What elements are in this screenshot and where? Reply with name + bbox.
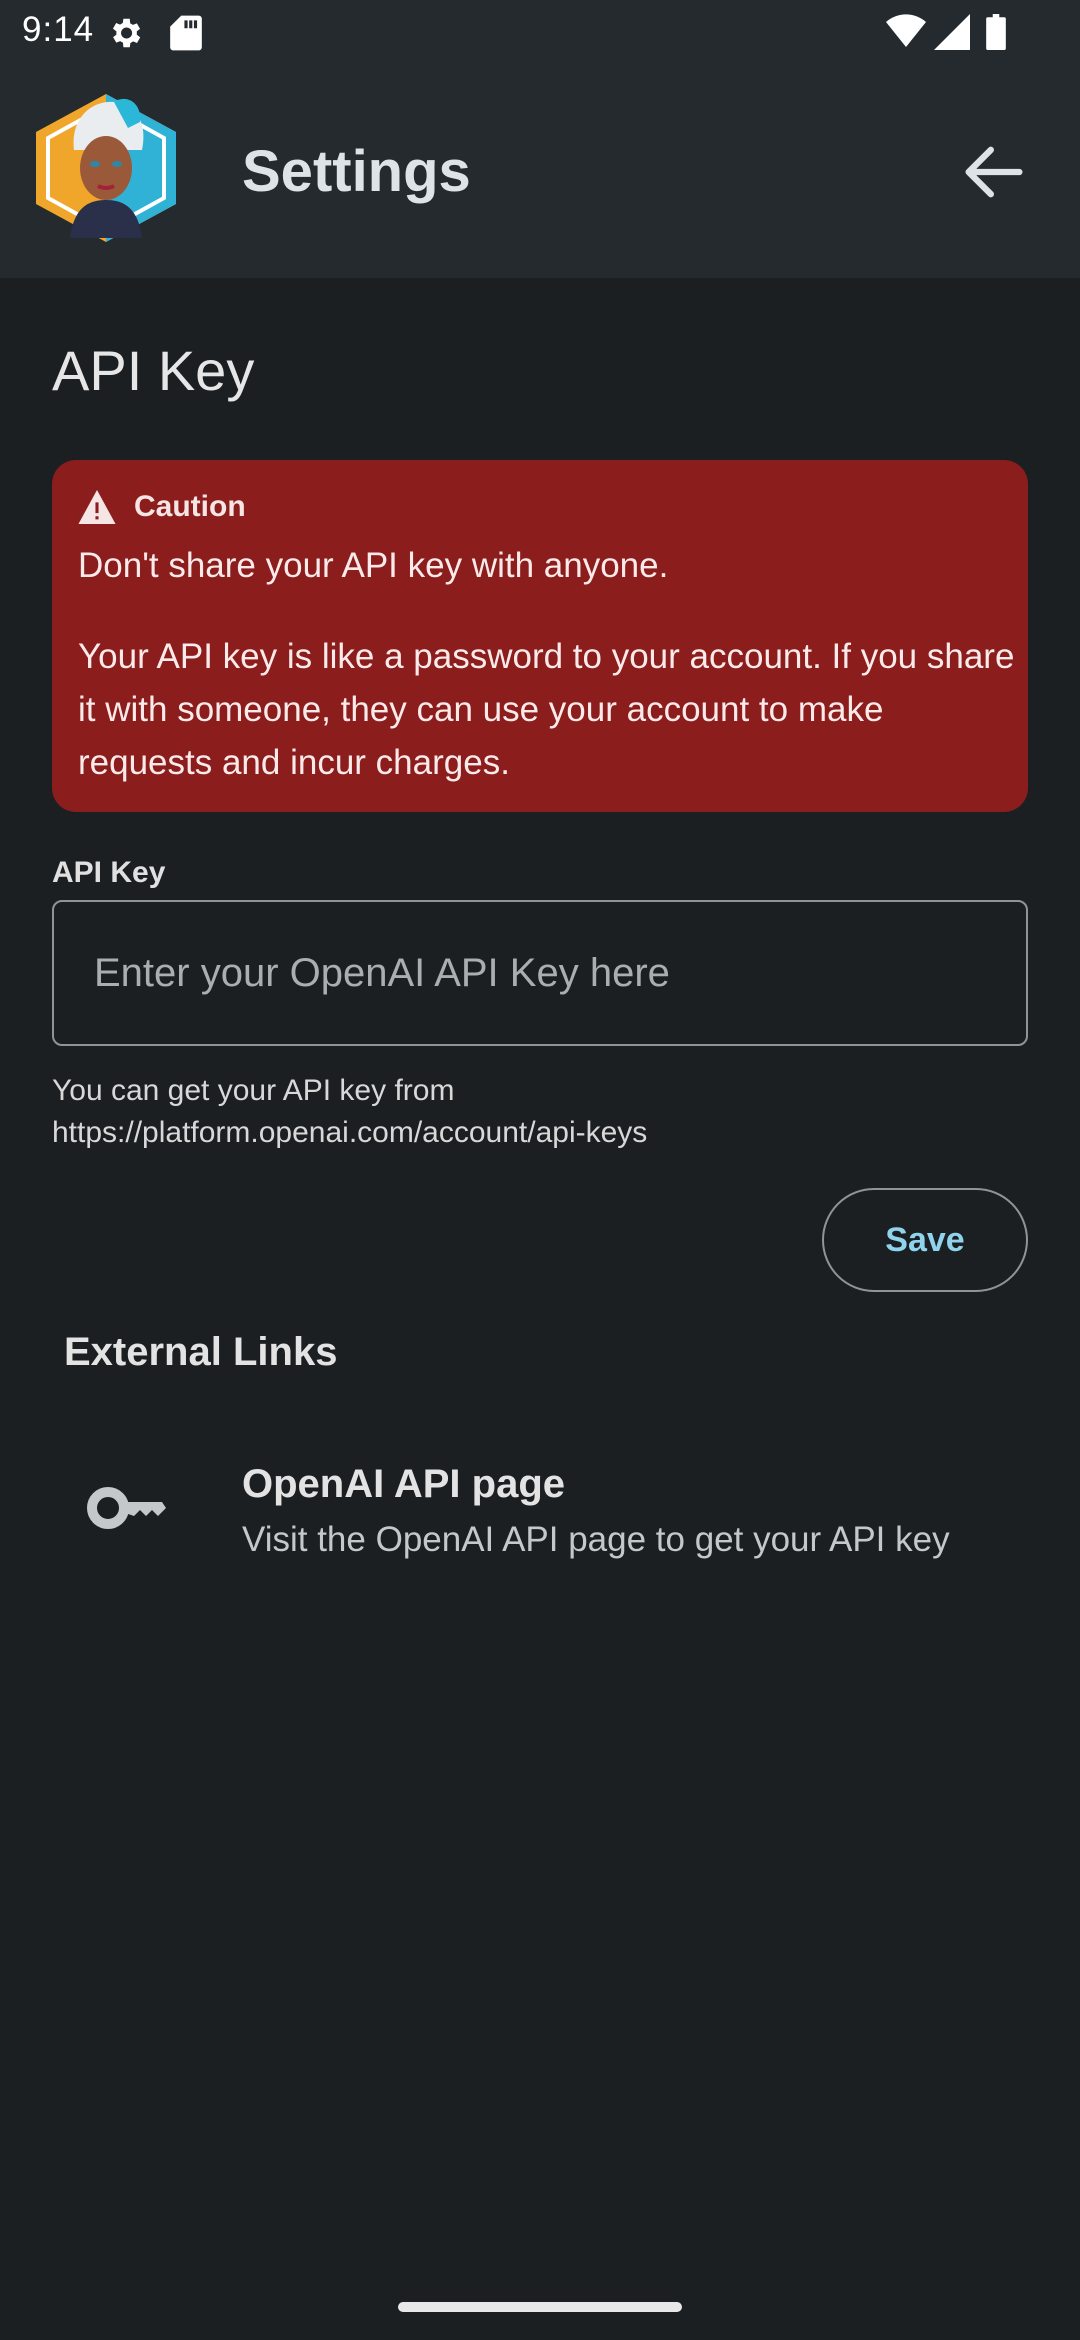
caution-message: Don't share your API key with anyone. — [78, 546, 669, 585]
helper-line: You can get your API key from — [52, 1074, 455, 1107]
gear-icon — [112, 18, 141, 48]
app-avatar — [36, 94, 176, 242]
page-title: Settings — [242, 139, 471, 204]
back-button[interactable] — [956, 134, 1032, 210]
caution-detail: Your API key is like a password to your … — [78, 637, 1015, 782]
battery-icon — [986, 14, 1006, 50]
status-time: 9:14 — [22, 10, 95, 49]
list-item-subtitle: Visit the OpenAI API page to get your AP… — [242, 1520, 950, 1559]
helper-url: https://platform.openai.com/account/api-… — [52, 1116, 648, 1149]
app-bar: Settings — [0, 64, 1080, 278]
api-key-field-label: API Key — [52, 856, 166, 889]
list-item-openai-api-page[interactable]: OpenAI API page Visit the OpenAI API pag… — [0, 1430, 1080, 1590]
warning-icon — [78, 490, 116, 524]
api-key-input[interactable] — [52, 900, 1028, 1046]
wifi-icon — [886, 14, 926, 47]
list-item-title: OpenAI API page — [242, 1462, 566, 1506]
section-title-api-key: API Key — [52, 339, 255, 402]
key-icon — [87, 1487, 166, 1529]
external-links-heading: External Links — [64, 1330, 338, 1374]
home-indicator[interactable] — [398, 2302, 682, 2312]
status-bar: 9:14 — [0, 0, 1080, 64]
signal-icon — [934, 14, 970, 50]
api-key-helper: You can get your API key from https://pl… — [52, 1070, 1032, 1154]
save-button[interactable]: Save — [822, 1188, 1028, 1292]
caution-label: Caution — [134, 490, 246, 523]
sd-card-icon — [170, 15, 202, 51]
caution-card: Caution Don't share your API key with an… — [52, 460, 1028, 812]
